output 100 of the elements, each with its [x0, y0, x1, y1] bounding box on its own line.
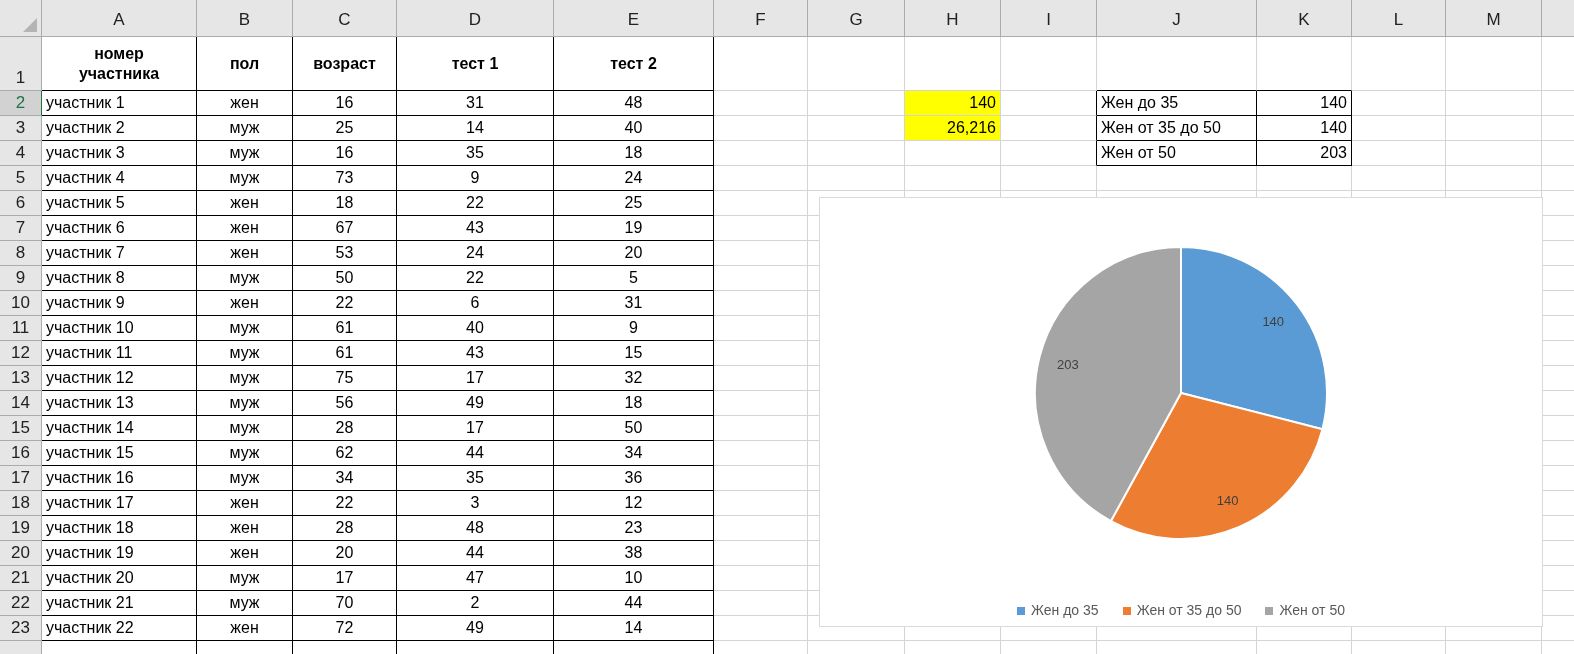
data-label: 140	[1262, 314, 1285, 330]
table-cell: 35	[397, 141, 554, 166]
column-header[interactable]: J	[1097, 0, 1257, 36]
table-cell: жен	[197, 216, 293, 241]
table-cell: жен	[197, 516, 293, 541]
table-cell: участник 11	[42, 341, 197, 366]
table-cell: 17	[397, 366, 554, 391]
table-cell: 22	[397, 266, 554, 291]
column-header[interactable]: L	[1352, 0, 1446, 36]
table-cell: участник 10	[42, 316, 197, 341]
table-cell: муж	[197, 391, 293, 416]
table-cell: 6	[397, 291, 554, 316]
table-cell: муж	[197, 316, 293, 341]
table-cell: муж	[197, 416, 293, 441]
table-cell: жен	[197, 291, 293, 316]
row-header[interactable]: 14	[0, 391, 42, 416]
table-cell: 40	[554, 116, 714, 141]
table-cell: 25	[293, 116, 397, 141]
column-header[interactable]: C	[293, 0, 397, 36]
legend-swatch	[1017, 606, 1026, 615]
table-cell: 49	[397, 391, 554, 416]
table-cell: 203	[1257, 141, 1352, 166]
table-cell: 16	[293, 141, 397, 166]
row-header[interactable]: 18	[0, 491, 42, 516]
table-cell: участник 18	[42, 516, 197, 541]
row-header[interactable]: 22	[0, 591, 42, 616]
table-cell: 14	[554, 616, 714, 641]
table-cell: 50	[293, 266, 397, 291]
table-cell: участник 7	[42, 241, 197, 266]
row-header[interactable]: 8	[0, 241, 42, 266]
table-cell: 15	[554, 341, 714, 366]
table-cell: муж	[197, 141, 293, 166]
table-cell: Жен до 35	[1097, 91, 1257, 116]
row-header[interactable]: 7	[0, 216, 42, 241]
column-header[interactable]: K	[1257, 0, 1352, 36]
table-cell: муж	[197, 466, 293, 491]
table-cell: участник 17	[42, 491, 197, 516]
column-header[interactable]: E	[554, 0, 714, 36]
table-cell: 22	[397, 191, 554, 216]
row-header[interactable]: 1	[0, 37, 42, 91]
table-cell: 44	[554, 591, 714, 616]
table-cell: Жен от 50	[1097, 141, 1257, 166]
table-cell: жен	[197, 191, 293, 216]
table-cell: муж	[197, 591, 293, 616]
table-cell: муж	[197, 116, 293, 141]
row-header[interactable]: 20	[0, 541, 42, 566]
table-cell: участник 8	[42, 266, 197, 291]
row-header[interactable]: 21	[0, 566, 42, 591]
table-cell: 140	[1257, 116, 1352, 141]
row-header[interactable]: 4	[0, 141, 42, 166]
table-cell: 18	[293, 191, 397, 216]
table-cell: 35	[397, 466, 554, 491]
table-cell: 50	[554, 416, 714, 441]
table-cell: 18	[554, 391, 714, 416]
table-cell: 49	[397, 616, 554, 641]
table-cell: 28	[293, 416, 397, 441]
table-cell: участник 13	[42, 391, 197, 416]
table-cell: муж	[197, 566, 293, 591]
column-heading: тест 1	[397, 37, 554, 91]
table-cell: 44	[397, 541, 554, 566]
data-label: 140	[1216, 493, 1239, 509]
row-header[interactable]: 23	[0, 616, 42, 641]
column-header[interactable]: I	[1001, 0, 1097, 36]
column-header[interactable]: D	[397, 0, 554, 36]
chart-panel[interactable]: 140 140 203 Жен до 35 Жен от 35 до 50 Жен от 50	[819, 197, 1543, 627]
row-header[interactable]: 10	[0, 291, 42, 316]
row-header[interactable]: 19	[0, 516, 42, 541]
table-cell: 40	[397, 316, 554, 341]
row-header[interactable]: 5	[0, 166, 42, 191]
column-header[interactable]: B	[197, 0, 293, 36]
row-header[interactable]: 15	[0, 416, 42, 441]
table-cell: 32	[554, 366, 714, 391]
column-heading: тест 2	[554, 37, 714, 91]
row-header[interactable]: 12	[0, 341, 42, 366]
table-cell: 17	[397, 416, 554, 441]
table-cell: 140	[905, 91, 1001, 116]
row-header[interactable]: 13	[0, 366, 42, 391]
column-heading: возраст	[293, 37, 397, 91]
table-cell: 24	[397, 241, 554, 266]
table-cell: 34	[293, 466, 397, 491]
row-header[interactable]: 2	[0, 91, 42, 116]
select-all-icon[interactable]	[23, 18, 37, 32]
column-header[interactable]: G	[808, 0, 905, 36]
row-header[interactable]: 16	[0, 441, 42, 466]
row-header[interactable]: 17	[0, 466, 42, 491]
table-cell: участник 3	[42, 141, 197, 166]
column-header[interactable]: H	[905, 0, 1001, 36]
table-cell: 22	[293, 291, 397, 316]
row-header[interactable]: 11	[0, 316, 42, 341]
row-header[interactable]: 3	[0, 116, 42, 141]
column-header[interactable]: M	[1446, 0, 1542, 36]
column-header[interactable]: A	[42, 0, 197, 36]
row-header[interactable]: 6	[0, 191, 42, 216]
table-cell: 19	[554, 216, 714, 241]
table-cell: 72	[293, 616, 397, 641]
table-cell: жен	[197, 91, 293, 116]
row-header[interactable]: 9	[0, 266, 42, 291]
column-header[interactable]: F	[714, 0, 808, 36]
column-heading: номер участника	[42, 37, 197, 91]
column-heading: пол	[197, 37, 293, 91]
